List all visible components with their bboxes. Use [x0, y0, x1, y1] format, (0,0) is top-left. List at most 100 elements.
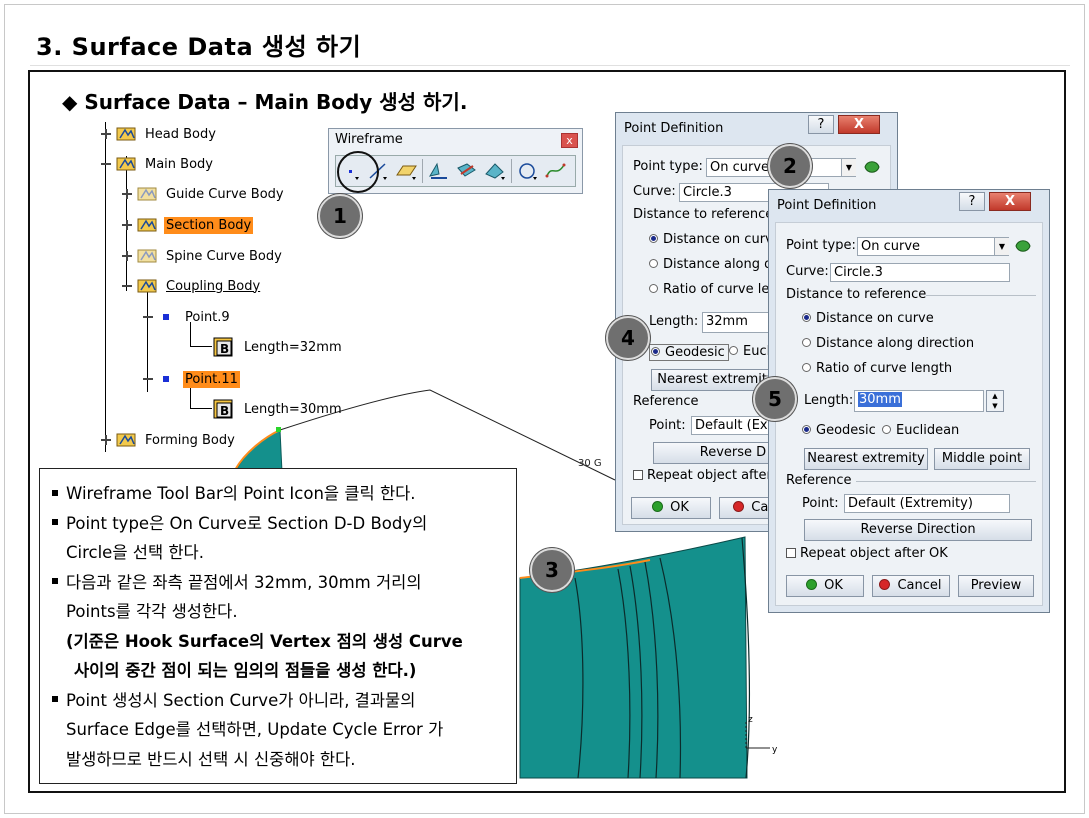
tree-item-guide-curve-body[interactable]: Guide Curve Body: [121, 182, 286, 206]
radio-distance-on-curve[interactable]: Distance on curve: [802, 311, 934, 326]
length-spinner[interactable]: ▲ ▼: [986, 390, 1004, 412]
section-subtitle: ◆ Surface Data – Main Body 생성 하기.: [62, 90, 468, 114]
radio-distance-on-curve[interactable]: Distance on curv: [649, 232, 773, 247]
middle-point-button[interactable]: Middle point: [934, 448, 1030, 470]
tree-item-length30[interactable]: B Length=30mm: [212, 397, 344, 421]
radio-icon: [802, 338, 811, 347]
spin-up-icon[interactable]: ▲: [987, 391, 1003, 401]
instruction-item: 다음과 같은 좌측 끝점에서 32mm, 30mm 거리의: [52, 568, 506, 598]
radio-ratio[interactable]: Ratio of curve length: [802, 361, 952, 376]
tree-item-forming-body[interactable]: Forming Body: [100, 428, 237, 452]
tree-item-length32[interactable]: B Length=32mm: [212, 335, 344, 359]
expand-icon[interactable]: [100, 128, 112, 140]
instruction-note: (기준은 Hook Surface의 Vertex 점의 생성 Curve: [66, 631, 463, 651]
projection-tool-button[interactable]: [425, 157, 453, 185]
preview-button[interactable]: Preview: [958, 575, 1034, 597]
tree-item-point9[interactable]: Point.9: [142, 305, 232, 329]
collapse-icon[interactable]: [100, 158, 112, 170]
collapse-icon[interactable]: [142, 373, 154, 385]
close-button[interactable]: X: [989, 192, 1031, 211]
dropdown-action-icon[interactable]: [863, 158, 881, 176]
tree-label: Length=32mm: [244, 339, 342, 355]
reverse-direction-button[interactable]: Reverse Direction: [804, 519, 1032, 541]
body-icon: [116, 157, 136, 171]
body-icon: [137, 249, 157, 263]
point-type-label: Point type:: [786, 238, 856, 253]
expand-icon[interactable]: [121, 250, 133, 262]
curve-field[interactable]: Circle.3: [830, 263, 1010, 282]
point-type-select[interactable]: On curve: [857, 237, 1009, 256]
length-input[interactable]: 30mm: [854, 390, 984, 412]
plane-icon: [396, 165, 417, 180]
radio-ratio[interactable]: Ratio of curve len: [649, 282, 778, 297]
offset-icon: [485, 163, 505, 180]
spin-down-icon[interactable]: ▼: [987, 401, 1003, 411]
svg-text:B: B: [220, 404, 229, 418]
spline-icon: [545, 163, 566, 178]
body-icon: [137, 218, 157, 232]
plane-tool-button[interactable]: [392, 157, 420, 185]
collapse-icon[interactable]: [142, 311, 154, 323]
collapse-icon[interactable]: [121, 280, 133, 292]
intersection-tool-button[interactable]: [453, 157, 481, 185]
radio-icon: [649, 259, 658, 268]
expand-icon[interactable]: [121, 188, 133, 200]
repeat-object-checkbox[interactable]: Repeat object after: [633, 468, 772, 483]
radio-distance-along-direction[interactable]: Distance along d: [649, 257, 772, 272]
nearest-extremity-button[interactable]: Nearest extremity: [804, 448, 928, 470]
toolbar-separator: [511, 159, 512, 183]
close-button[interactable]: X: [838, 115, 880, 134]
tree-item-coupling-body[interactable]: Coupling Body: [121, 274, 262, 298]
instruction-continuation: Points를 각각 생성한다.: [66, 602, 238, 621]
radio-icon: [802, 363, 811, 372]
point-reference-field[interactable]: Default (Extremity): [844, 494, 1010, 513]
toolbar-title: Wireframe: [335, 132, 403, 147]
radio-selected-icon: [651, 347, 660, 356]
page-title: 3. Surface Data 생성 하기: [36, 33, 362, 61]
tree-label: Spine Curve Body: [166, 248, 282, 264]
axis-y-label: y: [772, 745, 778, 755]
help-button[interactable]: ?: [808, 115, 834, 134]
intersection-icon: [457, 163, 476, 177]
radio-icon: [729, 346, 738, 355]
tree-label: Forming Body: [145, 432, 235, 448]
dropdown-arrow-icon[interactable]: ▼: [841, 159, 856, 176]
tree-item-spine-curve-body[interactable]: Spine Curve Body: [121, 244, 284, 268]
bullet-icon: [52, 578, 58, 584]
offset-tool-button[interactable]: [481, 157, 509, 185]
radio-geodesic[interactable]: Geodesic: [649, 344, 729, 361]
radio-geodesic[interactable]: Geodesic: [802, 423, 876, 438]
point-definition-dialog-front: Point Definition ? X Point type: On curv…: [768, 189, 1050, 613]
expand-icon[interactable]: [100, 434, 112, 446]
tree-item-point11[interactable]: Point.11: [142, 367, 240, 391]
expand-icon[interactable]: [121, 219, 133, 231]
instruction-item: Point type은 On Curve로 Section D-D Body의: [52, 509, 506, 539]
toolbar-close-button[interactable]: x: [561, 133, 578, 148]
tree-label: Guide Curve Body: [166, 186, 284, 202]
ok-button[interactable]: OK: [631, 497, 711, 519]
tree-item-section-body[interactable]: Section Body: [121, 213, 254, 237]
circle-tool-button[interactable]: [514, 157, 542, 185]
step-badge-5: 5: [753, 377, 797, 421]
dialog-body: Point type: On curve ▼ Curve: Circle.3 D…: [775, 222, 1043, 606]
circle-icon: [519, 163, 537, 180]
tree-item-main-body[interactable]: Main Body: [100, 152, 215, 176]
repeat-object-checkbox[interactable]: Repeat object after OK: [786, 546, 948, 561]
wireframe-toolbar: Wireframe x: [328, 128, 583, 194]
curve-label: Curve:: [786, 264, 829, 279]
help-button[interactable]: ?: [959, 192, 985, 211]
dropdown-action-icon[interactable]: [1014, 237, 1032, 255]
cancel-button[interactable]: Cancel: [872, 575, 950, 597]
radio-euclidean[interactable]: Euclidean: [882, 423, 959, 438]
tree-item-head-body[interactable]: Head Body: [100, 122, 218, 146]
instruction-item: Wireframe Tool Bar의 Point Icon을 클릭 한다.: [52, 479, 506, 509]
point-icon: [163, 314, 169, 320]
parameter-b-icon: B: [213, 337, 233, 357]
ok-button[interactable]: OK: [786, 575, 864, 597]
tree-label: Head Body: [145, 126, 216, 142]
spline-tool-button[interactable]: [542, 157, 570, 185]
radio-distance-along-direction[interactable]: Distance along direction: [802, 336, 974, 351]
section-divider: [926, 295, 1036, 296]
dropdown-arrow-icon[interactable]: ▼: [994, 238, 1009, 255]
point-label: Point:: [802, 496, 839, 511]
